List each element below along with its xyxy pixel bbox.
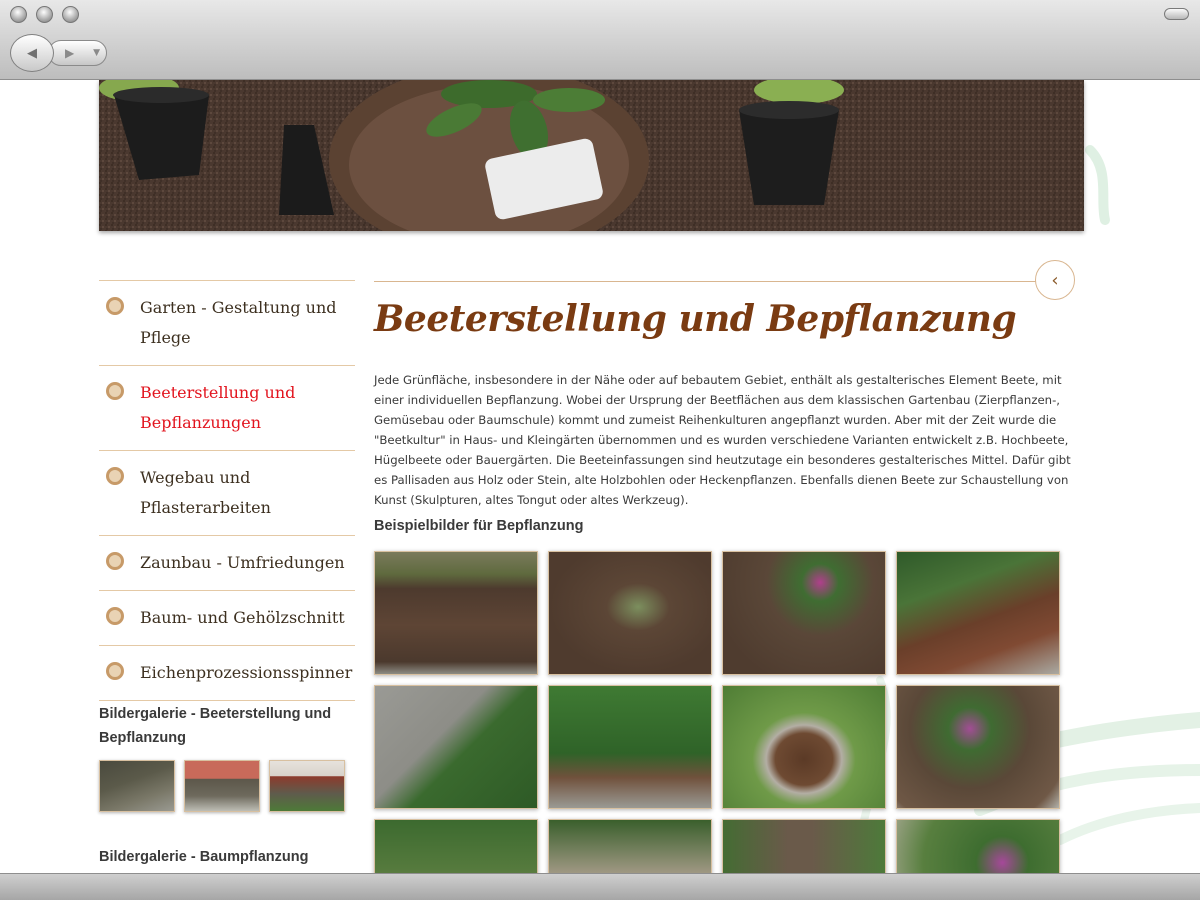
example-image[interactable] [896,819,1060,873]
example-image[interactable] [548,685,712,809]
maximize-window-button[interactable] [62,6,79,23]
browser-toolbar: ◀ ▶ ▼ [0,0,1200,80]
example-image[interactable] [722,551,886,675]
sidebar-item-label: Garten - Gestaltung und Pflege [140,298,337,347]
sidebar-nav: Garten - Gestaltung und Pflege Beeterste… [99,280,355,701]
header-plants-illustration [99,80,1084,231]
example-image[interactable] [374,685,538,809]
bullet-icon [106,662,124,680]
bullet-icon [106,467,124,485]
minimize-window-button[interactable] [36,6,53,23]
example-image[interactable] [896,685,1060,809]
sidebar-item-zaunbau[interactable]: Zaunbau - Umfriedungen [99,535,355,590]
intro-text: Jede Grünfläche, insbesondere in der Näh… [374,373,1071,507]
page-viewport: Garten - Gestaltung und Pflege Beeterste… [0,80,1200,873]
example-image[interactable] [374,819,538,873]
arrow-right-icon: ▶ [65,46,75,60]
example-image[interactable] [548,819,712,873]
example-image[interactable] [722,685,886,809]
browser-forward-button[interactable]: ▶ ▼ [48,40,107,66]
gallery-thumbnail[interactable] [99,760,175,812]
back-button[interactable]: ‹ [1035,260,1075,300]
bullet-icon [106,382,124,400]
example-image[interactable] [548,551,712,675]
example-image-grid [374,551,1064,873]
gallery-thumbnails [99,760,355,812]
header-photo [99,80,1084,231]
sidebar-item-garten[interactable]: Garten - Gestaltung und Pflege [99,280,355,365]
sidebar-item-label: Baum- und Gehölzschnitt [140,608,345,627]
gallery-thumbnail[interactable] [269,760,345,812]
page-title: Beeterstellung und Bepflanzung [374,298,1017,340]
sidebar-gallery-baumpflanzung: Bildergalerie - Baumpflanzung [99,845,355,869]
sidebar-item-label: Wegebau und Pflasterarbeiten [140,468,271,517]
bullet-icon [106,552,124,570]
gallery-title: Bildergalerie - Beeterstellung und Bepfl… [99,706,332,746]
toolbar-toggle-button[interactable] [1164,8,1189,20]
sidebar-item-label: Beeterstellung und Bepflanzungen [140,383,296,432]
sidebar-item-label: Eichenprozessionsspinner [140,663,353,682]
gallery-thumbnail[interactable] [184,760,260,812]
browser-back-button[interactable]: ◀ [10,34,54,72]
sidebar-item-eichenprozessionsspinner[interactable]: Eichenprozessionsspinner [99,645,355,701]
arrow-left-icon: ◀ [27,45,37,61]
gallery-title: Bildergalerie - Baumpflanzung [99,849,309,865]
close-window-button[interactable] [10,6,27,23]
sidebar-gallery-beeterstellung: Bildergalerie - Beeterstellung und Bepfl… [99,702,355,812]
bullet-icon [106,607,124,625]
bullet-icon [106,297,124,315]
sidebar-item-beeterstellung[interactable]: Beeterstellung und Bepflanzungen [99,365,355,450]
title-divider [374,281,1037,282]
example-image[interactable] [374,551,538,675]
sidebar-item-wegebau[interactable]: Wegebau und Pflasterarbeiten [99,450,355,535]
section-title: Beispielbilder für Bepflanzung [374,518,584,534]
chevron-left-icon: ‹ [1051,269,1059,291]
chevron-down-icon[interactable]: ▼ [93,48,100,58]
sidebar-item-baumschnitt[interactable]: Baum- und Gehölzschnitt [99,590,355,645]
window-bottom-bar [0,873,1200,900]
sidebar-item-label: Zaunbau - Umfriedungen [140,553,345,572]
example-image[interactable] [896,551,1060,675]
example-image[interactable] [722,819,886,873]
navigation-buttons: ◀ ▶ ▼ [10,34,107,72]
